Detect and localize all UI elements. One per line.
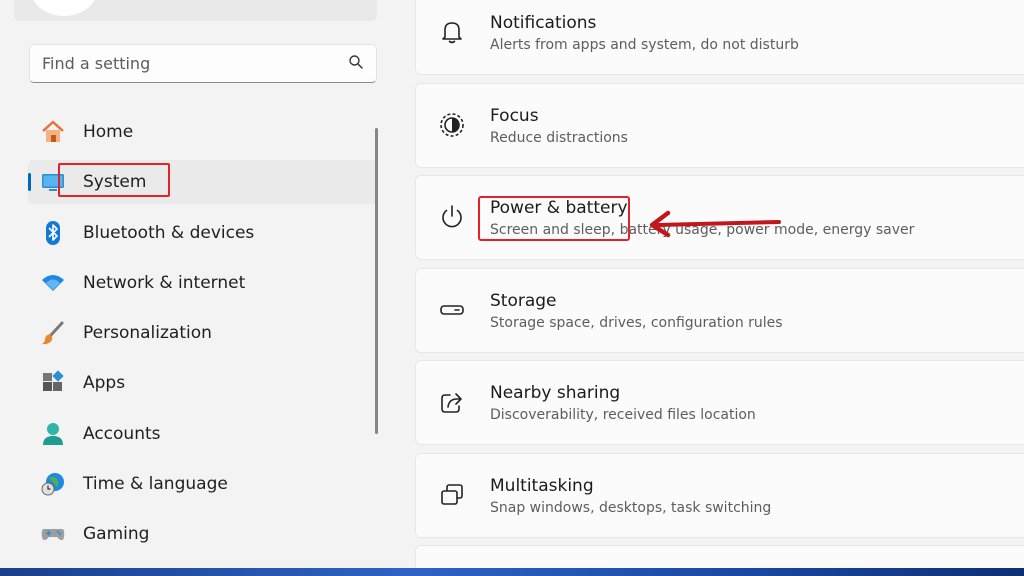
sidebar-item-label: Accounts xyxy=(83,423,161,444)
setting-subtitle: Screen and sleep, battery usage, power m… xyxy=(490,222,915,238)
setting-subtitle: Reduce distractions xyxy=(490,129,628,146)
sidebar-item-label: Gaming xyxy=(83,524,150,545)
setting-title: Notifications xyxy=(490,13,597,33)
search-input[interactable]: Find a setting xyxy=(29,44,377,83)
home-icon xyxy=(40,119,66,145)
sidebar-scrollbar[interactable] xyxy=(375,128,378,434)
setting-subtitle: Storage space, drives, configuration rul… xyxy=(490,314,783,331)
setting-title: Nearby sharing xyxy=(490,383,621,403)
sidebar-item-time-language[interactable]: Time & language xyxy=(28,462,378,506)
sidebar-item-label: Time & language xyxy=(83,474,228,495)
apps-icon xyxy=(40,370,66,396)
search-placeholder: Find a setting xyxy=(42,54,151,73)
setting-card-storage[interactable]: Storage Storage space, drives, configura… xyxy=(415,267,1024,353)
focus-icon xyxy=(438,111,466,139)
power-icon xyxy=(438,203,466,231)
storage-icon xyxy=(438,296,466,324)
setting-card-notifications[interactable]: Notifications Alerts from apps and syste… xyxy=(415,0,1024,75)
search-icon[interactable] xyxy=(348,54,364,74)
system-icon xyxy=(40,169,66,195)
setting-title: Focus xyxy=(490,105,539,126)
sidebar-item-home[interactable]: Home xyxy=(28,110,378,154)
brush-icon xyxy=(40,320,66,346)
sidebar-item-system[interactable]: System xyxy=(28,160,378,205)
setting-card-multitasking[interactable]: Multitasking Snap windows, desktops, tas… xyxy=(415,452,1024,538)
setting-title: Multitasking xyxy=(490,475,594,496)
bell-icon xyxy=(438,18,466,46)
setting-title: Power & battery xyxy=(490,198,628,218)
sidebar-item-gaming[interactable]: Gaming xyxy=(28,512,378,556)
setting-card-nearby-sharing[interactable]: Nearby sharing Discoverability, received… xyxy=(415,360,1024,445)
setting-subtitle: Discoverability, received files location xyxy=(490,407,756,423)
sidebar-item-label: Personalization xyxy=(83,323,212,344)
settings-list: Notifications Alerts from apps and syste… xyxy=(415,0,1024,576)
sidebar-item-network[interactable]: Network & internet xyxy=(28,261,378,305)
gaming-icon xyxy=(40,521,66,547)
active-indicator xyxy=(28,173,31,192)
setting-card-power-battery[interactable]: Power & battery Screen and sleep, batter… xyxy=(415,175,1024,260)
sidebar-item-bluetooth[interactable]: Bluetooth & devices xyxy=(28,211,378,255)
sidebar-item-label: System xyxy=(83,172,147,193)
sidebar-item-label: Network & internet xyxy=(83,272,246,293)
wifi-icon xyxy=(40,270,66,296)
multitasking-icon xyxy=(438,481,466,509)
setting-subtitle: Alerts from apps and system, do not dist… xyxy=(490,37,799,53)
sidebar-item-personalization[interactable]: Personalization xyxy=(28,311,378,355)
sidebar-item-accounts[interactable]: Accounts xyxy=(28,412,378,456)
settings-window: Find a setting Home System Bluetooth & d… xyxy=(0,0,1024,576)
setting-card-focus[interactable]: Focus Reduce distractions xyxy=(415,82,1024,168)
setting-title: Storage xyxy=(490,290,557,311)
sidebar-item-apps[interactable]: Apps xyxy=(28,361,378,405)
sidebar-item-label: Bluetooth & devices xyxy=(83,222,255,243)
sidebar-item-label: Home xyxy=(83,122,134,142)
share-icon xyxy=(438,388,466,416)
sidebar-nav: Home System Bluetooth & devices Network … xyxy=(28,110,378,563)
time-language-icon xyxy=(40,471,66,497)
bluetooth-icon xyxy=(40,220,66,246)
setting-subtitle: Snap windows, desktops, task switching xyxy=(490,499,772,516)
accounts-icon xyxy=(40,421,66,447)
desktop-background-strip xyxy=(0,568,1024,576)
sidebar-item-label: Apps xyxy=(83,373,126,394)
